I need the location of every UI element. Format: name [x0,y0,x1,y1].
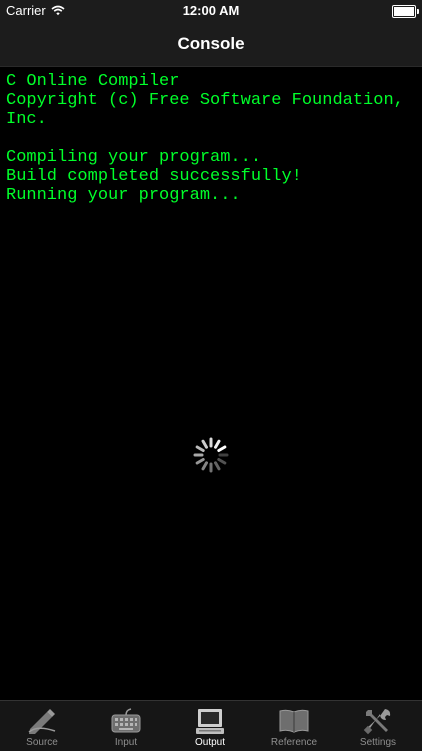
tab-reference[interactable]: Reference [252,701,336,751]
tab-label: Settings [359,737,397,748]
console-output: C Online Compiler Copyright (c) Free Sof… [6,72,416,205]
tools-icon [363,709,391,735]
tab-label: Source [26,737,58,748]
console-line: Build completed successfully! [6,167,302,186]
spinner-spoke [214,439,221,449]
status-time: 12:00 AM [182,3,240,18]
console-line: C Online Compiler [6,72,180,91]
tab-output[interactable]: Output [168,701,252,751]
pen-icon [28,709,56,734]
console-line: Running your program... [6,186,241,205]
spinner-spoke [214,461,221,471]
keyboard-icon [111,708,141,733]
console-line: Copyright (c) Free Software Foundation, … [6,91,415,129]
spinner-spoke [217,458,227,465]
spinner-icon [193,437,229,473]
page-title: Console [177,34,245,53]
spinner-spoke [201,439,208,449]
tab-label: Output [194,737,226,748]
tab-source[interactable]: Source [0,701,84,751]
tab-label: Input [114,737,138,748]
monitor-icon [196,709,224,734]
console-line: Compiling your program... [6,148,262,167]
battery-icon [392,5,419,18]
spinner-spoke [201,461,208,471]
tab-bar: Source Input Output Reference Settings [0,700,422,751]
tab-input[interactable]: Input [84,701,168,751]
tab-settings[interactable]: Settings [336,701,420,751]
spinner-spoke [195,445,205,452]
tab-label: Reference [270,737,318,748]
book-icon [279,709,309,733]
spinner-spoke [217,445,227,452]
status-bar: Carrier 12:00 AM [0,0,422,22]
battery-fill [394,7,414,16]
spinner-spoke [195,458,205,465]
navigation-bar: Console [0,22,422,67]
